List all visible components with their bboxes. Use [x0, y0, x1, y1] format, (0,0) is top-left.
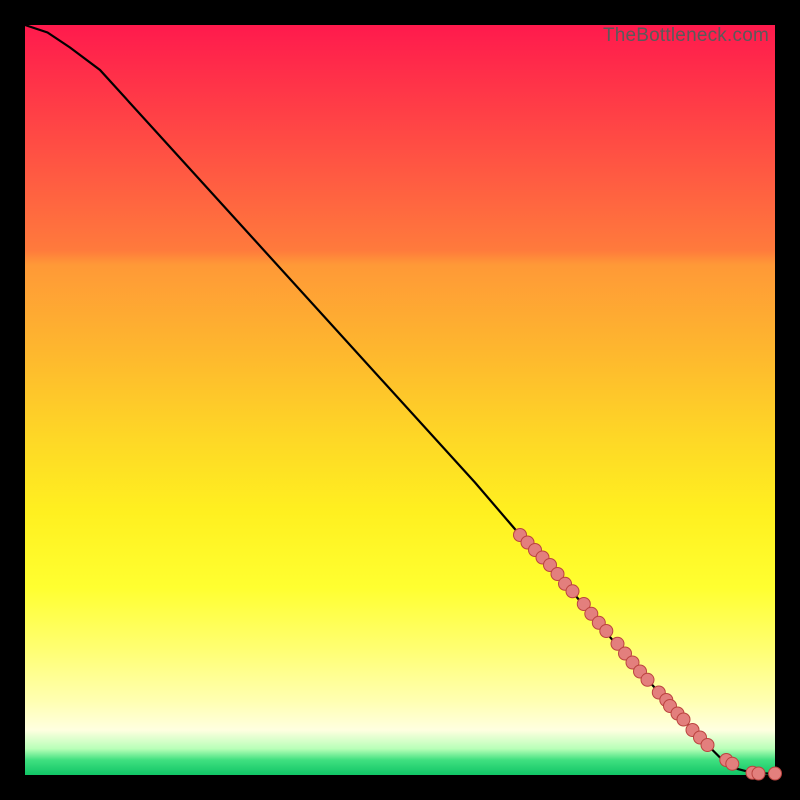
data-point: [769, 767, 782, 780]
data-point: [600, 625, 613, 638]
data-point: [752, 767, 765, 780]
data-point: [726, 757, 739, 770]
marker-group: [514, 529, 782, 781]
chart-frame: TheBottleneck.com: [0, 0, 800, 800]
chart-svg: [25, 25, 775, 775]
data-point: [566, 585, 579, 598]
plot-area: TheBottleneck.com: [25, 25, 775, 775]
curve-line: [25, 25, 775, 774]
data-point: [641, 673, 654, 686]
data-point: [677, 713, 690, 726]
data-point: [701, 739, 714, 752]
